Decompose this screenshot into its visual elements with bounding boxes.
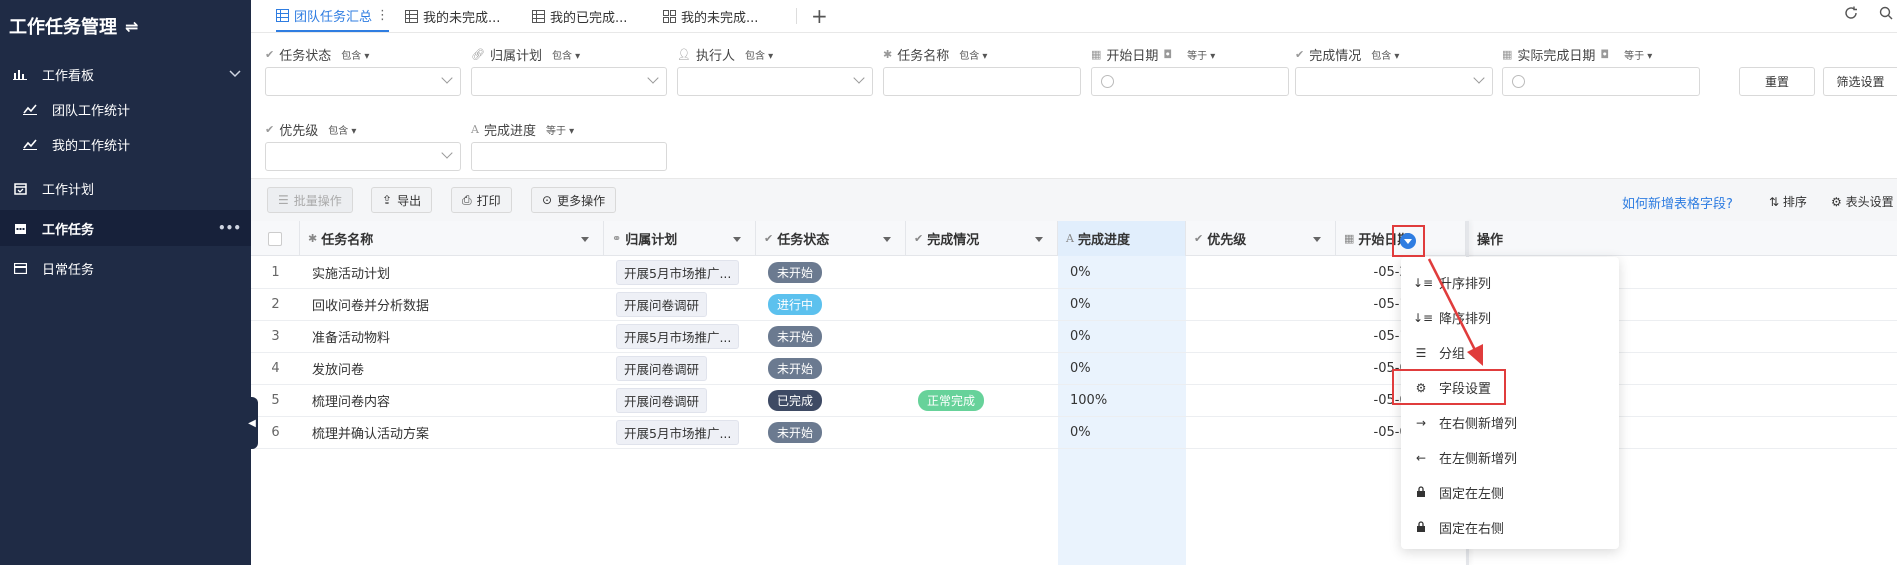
app-title-text: 工作任务管理 (9, 17, 117, 38)
calendar-icon (12, 220, 28, 236)
sidebar-item-my-stats[interactable]: 我的工作统计 (0, 126, 251, 162)
sidebar-item-work-tasks[interactable]: 工作任务 ••• (0, 210, 251, 246)
line-chart-icon (22, 136, 38, 152)
card-icon (12, 260, 28, 276)
calendar-check-icon (12, 180, 28, 196)
sidebar-item-label: 工作计划 (42, 182, 95, 198)
sidebar-item-label: 我的工作统计 (52, 138, 131, 154)
main-area: 团队任务汇总 ⋮ 我的未完成... 我的已完成... 我的未完成... + ✔ … (251, 0, 1897, 565)
bar-chart-icon (12, 66, 28, 82)
more-dots-icon[interactable]: ••• (218, 221, 241, 235)
annotation-arrow (1427, 258, 1483, 366)
sidebar-item-label: 团队工作统计 (52, 103, 131, 119)
chevron-down-icon[interactable] (229, 67, 241, 81)
sidebar-item-label: 工作任务 (42, 222, 95, 238)
switch-app-icon[interactable]: ⇌ (125, 17, 138, 36)
sidebar: 工作任务管理 ⇌ 工作看板 团队工作统计 我的工作统计 工作计划 工作任务 ••… (0, 0, 251, 565)
sidebar-item-label: 日常任务 (42, 262, 95, 278)
line-chart-icon (22, 101, 38, 117)
sidebar-item-work-plan[interactable]: 工作计划 (0, 170, 251, 206)
sidebar-item-team-stats[interactable]: 团队工作统计 (0, 91, 251, 127)
sidebar-item-label: 工作看板 (42, 68, 95, 84)
annotation-arrow-line (1427, 258, 1479, 355)
sidebar-item-dashboard[interactable]: 工作看板 (0, 56, 251, 92)
sidebar-item-daily-tasks[interactable]: 日常任务 (0, 250, 251, 286)
app-title: 工作任务管理 ⇌ (0, 0, 251, 52)
